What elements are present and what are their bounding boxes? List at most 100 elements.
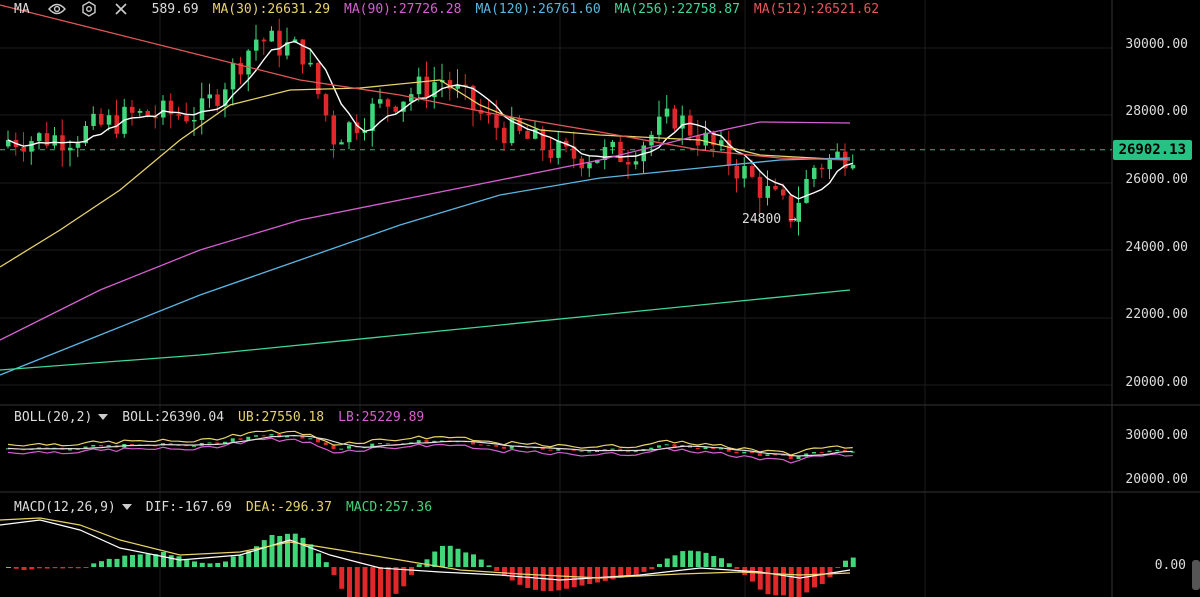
boll-candle <box>626 451 630 453</box>
boll-axis-label: 30000.00 <box>1125 428 1188 443</box>
macd-histogram-bar <box>215 562 221 567</box>
macd-histogram-bar <box>502 567 507 576</box>
macd-histogram-bar <box>52 567 58 569</box>
boll-candle <box>587 451 592 453</box>
macd-histogram-bar <box>292 533 298 567</box>
boll-candle <box>812 451 816 454</box>
macd-histogram-bar <box>781 567 786 596</box>
macd-histogram-bar <box>354 567 360 597</box>
eye-icon[interactable] <box>47 1 66 17</box>
price-axis-label: 28000.00 <box>1125 104 1188 119</box>
boll-candle <box>757 453 762 456</box>
macd-indicator-name[interactable]: MACD(12,26,9) <box>14 500 116 515</box>
boll-candle <box>703 447 708 450</box>
macd-histogram-bar <box>13 567 19 569</box>
ma256-line <box>0 289 851 371</box>
macd-histogram-bar <box>409 567 414 575</box>
macd-histogram-bar <box>517 567 523 585</box>
macd-histogram-bar <box>161 551 166 567</box>
macd-histogram-bar <box>370 567 376 597</box>
candle <box>393 106 398 112</box>
macd-histogram-bar <box>804 567 810 593</box>
boll-indicator-name[interactable]: BOLL(20,2) <box>14 410 92 425</box>
candle <box>540 129 546 150</box>
boll-candle <box>742 451 747 454</box>
macd-histogram-bar <box>649 567 655 570</box>
macd-histogram-bar <box>99 561 104 567</box>
candle <box>99 113 104 125</box>
macd-histogram-bar <box>230 556 236 567</box>
settings-icon[interactable] <box>80 1 98 17</box>
boll-candle <box>734 451 739 454</box>
macd-histogram-bar <box>339 567 345 589</box>
boll-candle <box>610 448 615 450</box>
candle <box>416 76 422 95</box>
price-axis-label: 24000.00 <box>1125 240 1188 255</box>
macd-histogram-bar <box>680 551 686 567</box>
macd-histogram-bar <box>711 556 717 567</box>
candle <box>230 62 236 90</box>
macd-histogram-bar <box>60 567 66 569</box>
boll-candle <box>486 444 491 446</box>
boll-candle <box>192 445 196 447</box>
macd-histogram-bar <box>385 567 391 597</box>
macd-histogram-bar <box>734 567 740 569</box>
candle <box>130 106 135 113</box>
boll-candle <box>657 445 661 448</box>
boll-axis-label: 20000.00 <box>1125 472 1188 487</box>
macd-histogram-bar <box>773 567 779 596</box>
boll-candle <box>385 443 390 445</box>
scrollbar[interactable] <box>1192 560 1200 590</box>
boll-ub-label: UB:27550.18 <box>238 409 325 425</box>
macd-histogram-bar <box>595 567 600 583</box>
macd-hist-label: MACD:257.36 <box>345 499 433 515</box>
candle <box>277 30 282 56</box>
main-indicator-name[interactable]: MA <box>14 2 30 17</box>
macd-histogram-bar <box>37 567 42 569</box>
boll-legend: BOLL(20,2) BOLL:26390.04 UB:27550.18 LB:… <box>14 408 438 426</box>
ma30-line <box>0 79 851 268</box>
chevron-down-icon[interactable] <box>121 504 132 510</box>
macd-histogram-bar <box>440 545 445 567</box>
ma90-line <box>0 121 851 341</box>
chevron-down-icon[interactable] <box>98 414 109 420</box>
macd-histogram-bar <box>447 545 453 567</box>
macd-histogram-bar <box>556 567 562 591</box>
macd-histogram-bar <box>471 554 476 567</box>
candle <box>742 166 747 179</box>
candle <box>781 189 786 196</box>
candle <box>75 143 81 148</box>
ma30-label: MA(30):26631.29 <box>212 1 331 17</box>
macd-histogram-bar <box>137 554 143 567</box>
macd-histogram-bar <box>207 563 213 567</box>
macd-histogram-bar <box>587 567 593 585</box>
macd-histogram-bar <box>579 567 585 586</box>
candle <box>378 99 383 104</box>
ma512-label: MA(512):26521.62 <box>753 1 880 17</box>
close-icon[interactable] <box>112 1 130 17</box>
candle <box>37 133 42 142</box>
macd-dea-label: DEA:-296.37 <box>245 499 332 515</box>
boll-candle <box>502 446 506 449</box>
price-axis-label: 22000.00 <box>1125 307 1188 322</box>
macd-histogram-bar <box>114 558 120 567</box>
macd-histogram-bar <box>300 537 306 567</box>
boll-candle <box>796 456 801 460</box>
macd-histogram-bar <box>416 564 422 567</box>
boll-candle <box>246 436 251 440</box>
macd-histogram-bar <box>703 552 709 567</box>
candle <box>750 166 755 177</box>
candle <box>812 167 817 179</box>
boll-candle <box>695 447 700 450</box>
candle <box>68 147 73 151</box>
macd-histogram-bar <box>695 551 701 567</box>
candle <box>765 185 770 198</box>
boll-candle <box>672 444 677 447</box>
candle <box>261 39 267 42</box>
low-price-annotation: 24800 → <box>742 212 797 227</box>
boll-candle <box>579 450 584 453</box>
macd-histogram-bar <box>261 540 267 567</box>
macd-histogram-bar <box>238 555 244 567</box>
boll-candle <box>99 444 103 447</box>
macd-histogram-bar <box>843 560 848 567</box>
